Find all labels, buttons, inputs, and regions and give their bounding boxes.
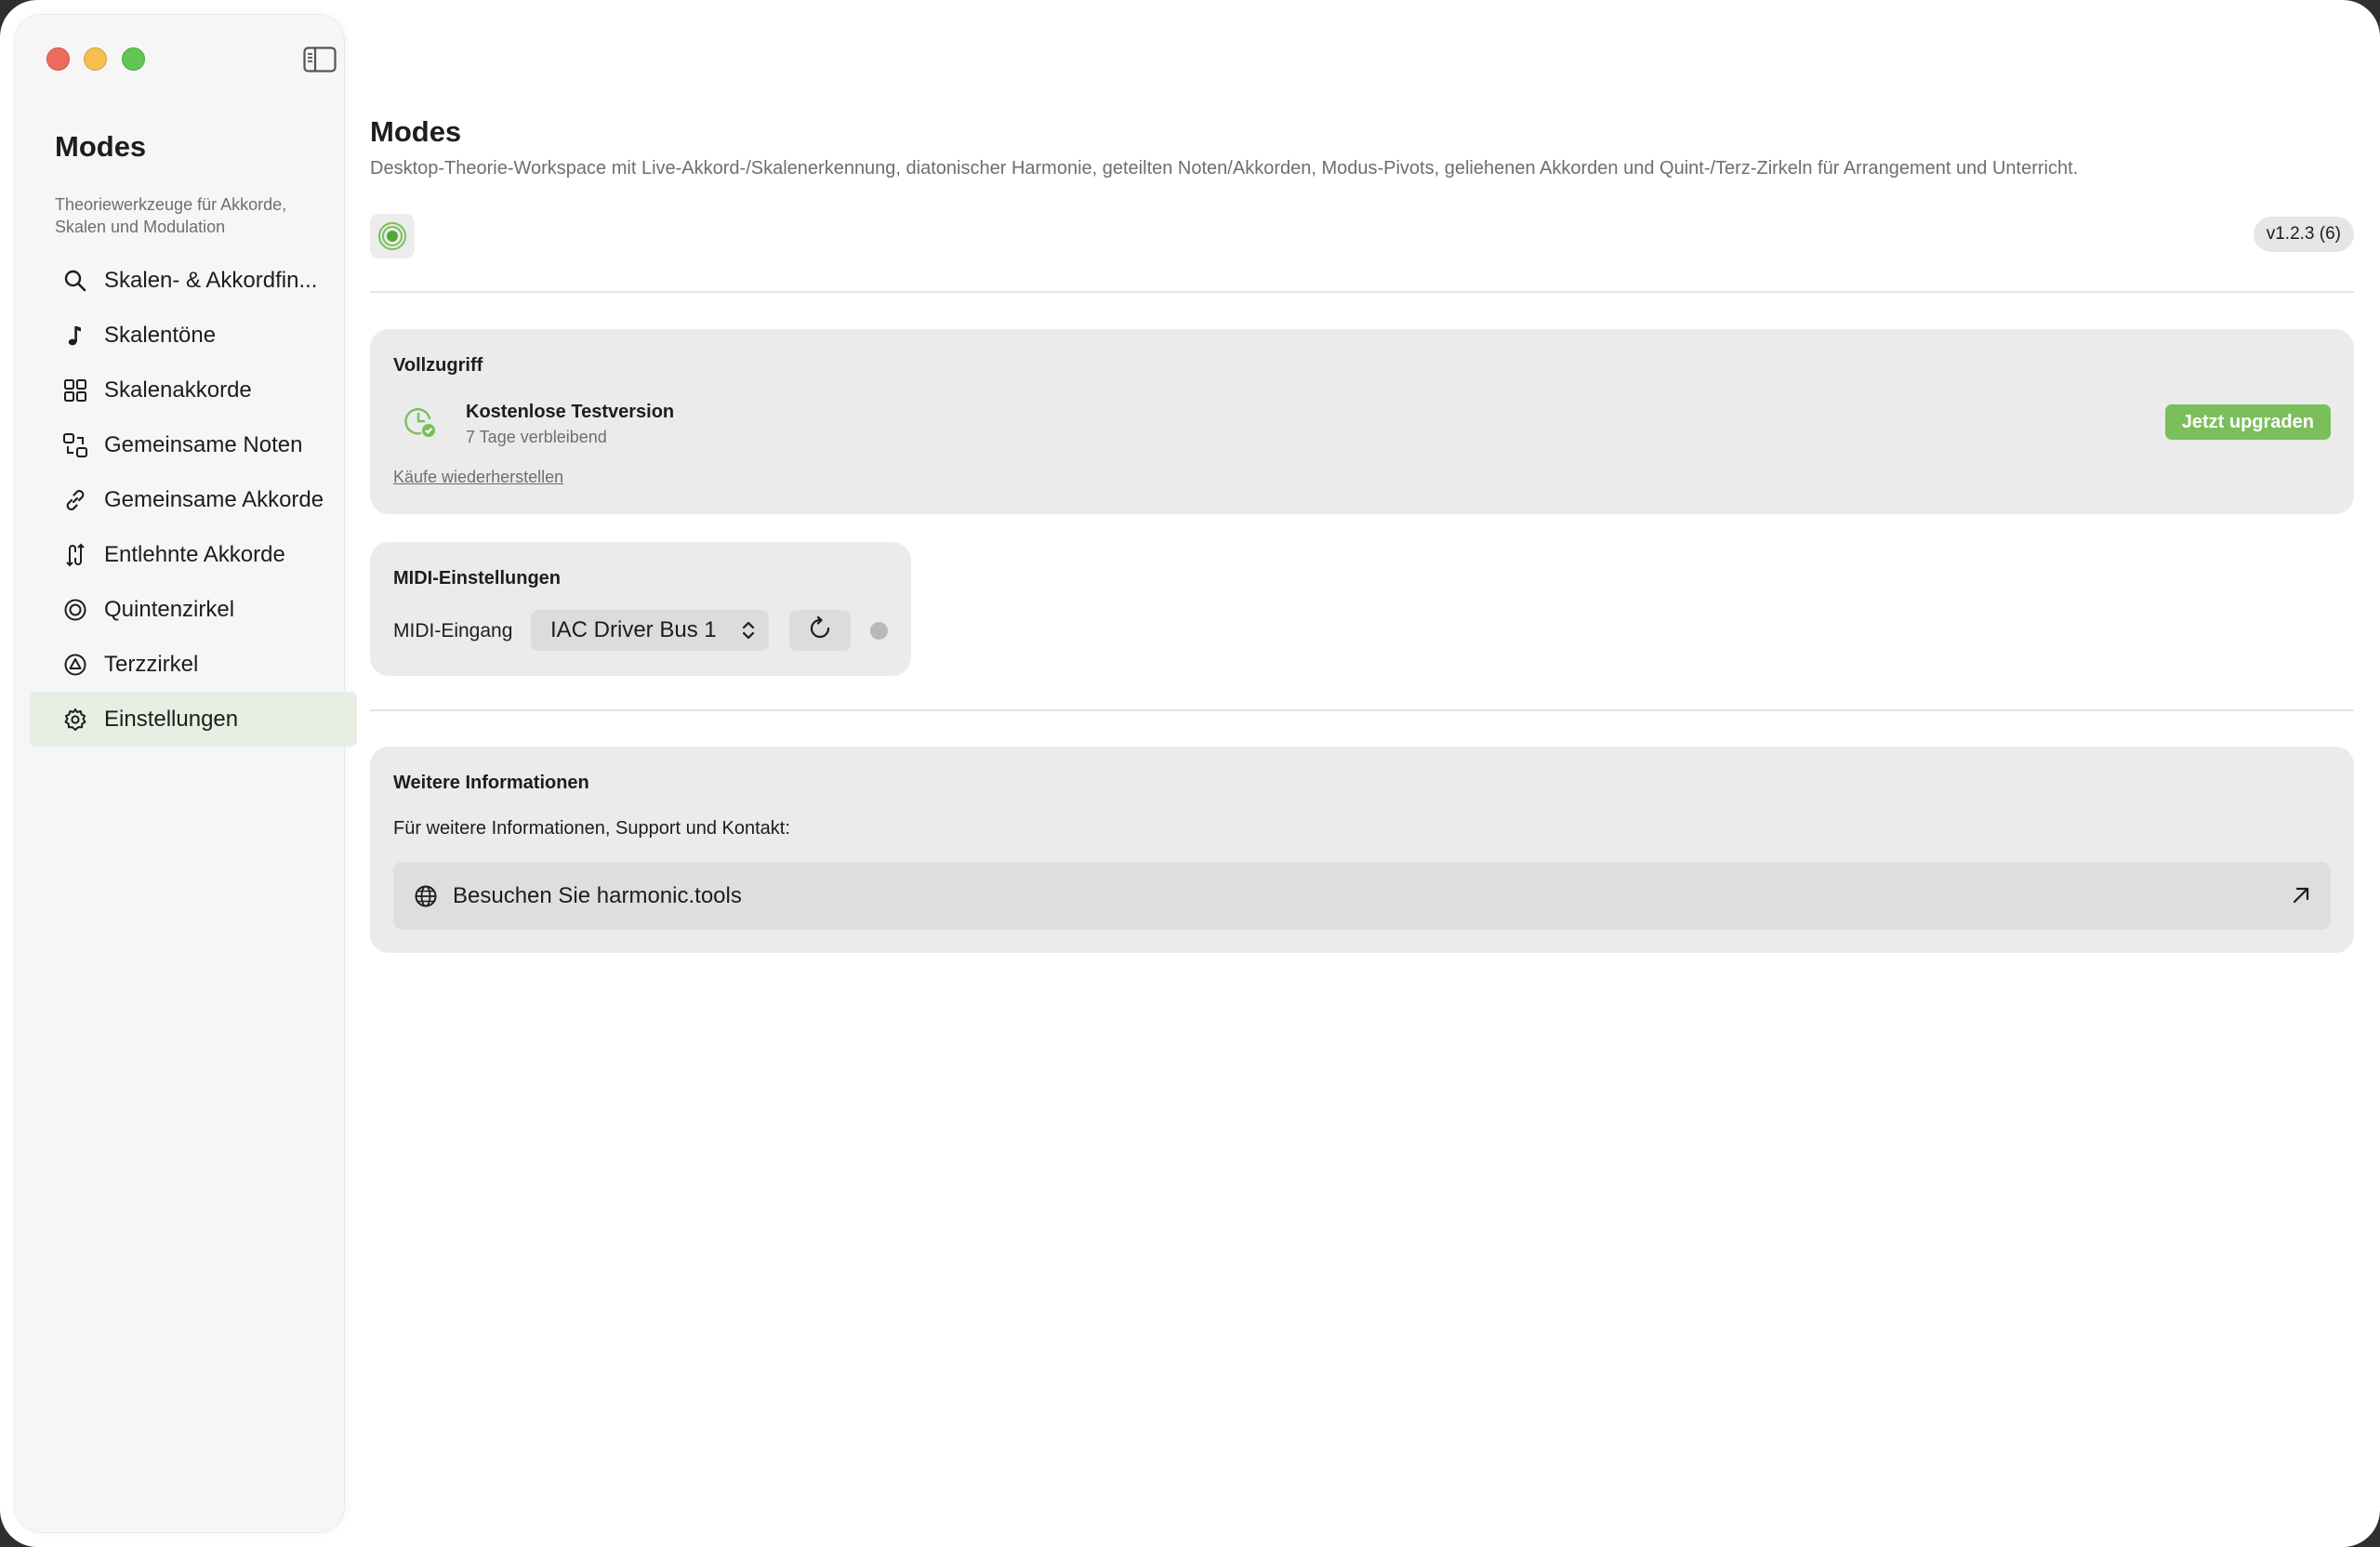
app-window: Modes Theoriewerkzeuge für Akkorde, Skal… [0,0,2380,1547]
sidebar: Modes Theoriewerkzeuge für Akkorde, Skal… [15,15,357,1532]
upgrade-button[interactable]: Jetzt upgraden [2164,404,2331,440]
website-link[interactable]: Besuchen Sie harmonic.tools [393,862,2331,930]
gear-icon [61,706,89,734]
zoom-window-button[interactable] [122,47,145,71]
sidebar-item-common-chords[interactable]: Gemeinsame Akkorde [30,472,357,527]
midi-settings-title: MIDI-Einstellungen [393,568,561,588]
more-info-title: Weitere Informationen [393,773,589,793]
restore-purchases-link[interactable]: Käufe wiederherstellen [393,468,563,487]
globe-icon [414,884,438,908]
sidebar-item-circle-of-fifths[interactable]: Quintenzirkel [30,582,357,637]
sidebar-item-label: Entlehnte Akkorde [104,541,285,567]
more-info-card: Weitere Informationen Für weitere Inform… [370,747,2354,953]
close-window-button[interactable] [46,47,70,71]
triangle-circle-icon [61,651,89,679]
sidebar-item-borrowed-chords[interactable]: Entlehnte Akkorde [30,527,357,582]
sidebar-item-common-notes[interactable]: Gemeinsame Noten [30,417,357,472]
website-link-label: Besuchen Sie harmonic.tools [453,882,742,908]
sidebar-item-label: Einstellungen [104,706,239,732]
sidebar-item-circle-of-thirds[interactable]: Terzzirkel [30,637,357,692]
trial-title: Kostenlose Testversion [466,402,675,422]
search-icon [61,267,89,295]
sidebar-item-scale-chords[interactable]: Skalenakkorde [30,363,357,417]
circle-target-icon [61,596,89,624]
music-note-icon [61,322,89,350]
page-title: Modes [370,115,462,148]
trial-days-remaining: 7 Tage verbleibend [466,428,607,446]
sidebar-item-label: Gemeinsame Noten [104,431,303,457]
sidebar-item-settings[interactable]: Einstellungen [30,692,357,747]
sidebar-item-label: Quintenzirkel [104,596,235,622]
sidebar-nav: Skalen- & Akkordfin... Skalentöne Skalen… [30,253,357,747]
midi-input-label: MIDI-Eingang [393,620,513,641]
clock-check-icon [402,403,439,441]
app-subtitle: Theoriewerkzeuge für Akkorde, Skalen und… [55,195,287,236]
main-content: Modes Desktop-Theorie-Workspace mit Live… [370,0,2354,1547]
full-access-title: Vollzugriff [393,355,483,376]
minimize-window-button[interactable] [84,47,107,71]
page-description: Desktop-Theorie-Workspace mit Live-Akkor… [370,158,2079,178]
refresh-icon [808,615,832,645]
sidebar-item-label: Skalenakkorde [104,377,252,403]
midi-input-select[interactable]: IAC Driver Bus 1 [531,610,769,651]
divider [370,291,2354,293]
link-icon [61,486,89,514]
sidebar-item-label: Skalen- & Akkordfin... [104,267,318,293]
arrows-swap-icon [61,541,89,569]
sidebar-item-label: Gemeinsame Akkorde [104,486,324,512]
midi-settings-card: MIDI-Einstellungen MIDI-Eingang IAC Driv… [370,542,911,676]
more-info-text: Für weitere Informationen, Support und K… [393,818,790,839]
divider [370,709,2354,711]
refresh-midi-button[interactable] [789,610,851,651]
midi-status-indicator [870,622,888,640]
grid-icon [61,377,89,404]
chevron-up-down-icon [741,619,756,641]
swap-shapes-icon [61,431,89,459]
sidebar-item-label: Terzzirkel [104,651,199,677]
sidebar-toggle-icon[interactable] [303,46,337,73]
midi-input-value: IAC Driver Bus 1 [550,617,717,642]
app-title: Modes [55,130,147,163]
app-logo-icon [370,214,415,258]
sidebar-item-finder[interactable]: Skalen- & Akkordfin... [30,253,357,308]
sidebar-item-scale-tones[interactable]: Skalentöne [30,308,357,363]
full-access-card: Vollzugriff Kostenlose Testversion 7 Tag… [370,329,2354,514]
external-link-arrow-icon [2290,884,2312,906]
version-badge: v1.2.3 (6) [2253,217,2354,252]
sidebar-item-label: Skalentöne [104,322,217,348]
